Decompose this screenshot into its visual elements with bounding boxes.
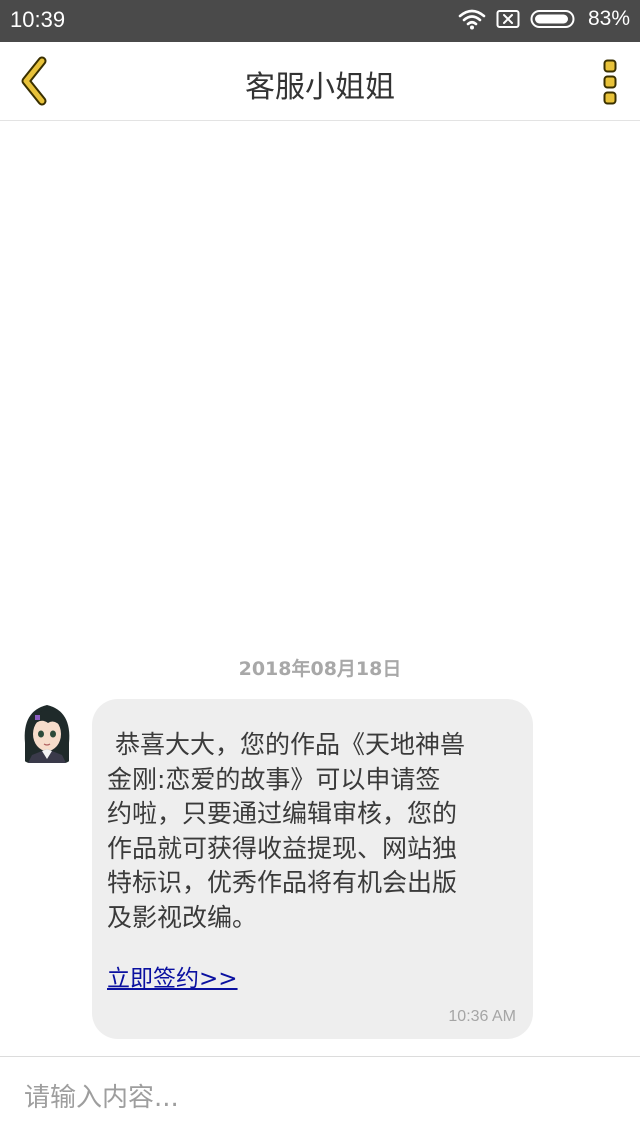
status-icons: 83% <box>458 7 630 31</box>
battery-percent: 83% <box>587 7 630 30</box>
agent-avatar[interactable] <box>22 701 72 763</box>
date-separator: 2018年08月18日 <box>238 658 402 680</box>
chat-area[interactable]: 2018年08月18日 恭喜大大，您的作品《天地神兽 金刚:恋爱的故事》可以申请… <box>0 121 640 1056</box>
wifi-icon <box>458 9 486 30</box>
status-time: 10:39 <box>10 7 66 32</box>
message-text: 恭喜大大，您的作品《天地神兽 金刚:恋爱的故事》可以申请签 约啦，只要通过编辑审… <box>107 730 465 932</box>
message-timestamp: 10:36 AM <box>448 1008 516 1025</box>
message-bubble: 恭喜大大，您的作品《天地神兽 金刚:恋爱的故事》可以申请签 约啦，只要通过编辑审… <box>92 699 533 1039</box>
battery-icon <box>530 10 575 28</box>
no-sim-icon <box>496 10 520 28</box>
message-input[interactable] <box>24 1075 614 1121</box>
vertical-dots-icon[interactable] <box>602 58 618 106</box>
page-title: 客服小姐姐 <box>245 70 395 105</box>
nav-bar: 客服小姐姐 <box>0 42 640 121</box>
sign-contract-link[interactable]: 立即签约>> <box>107 959 238 993</box>
status-bar: 10:39 83% <box>0 0 640 42</box>
input-bar <box>0 1056 640 1139</box>
